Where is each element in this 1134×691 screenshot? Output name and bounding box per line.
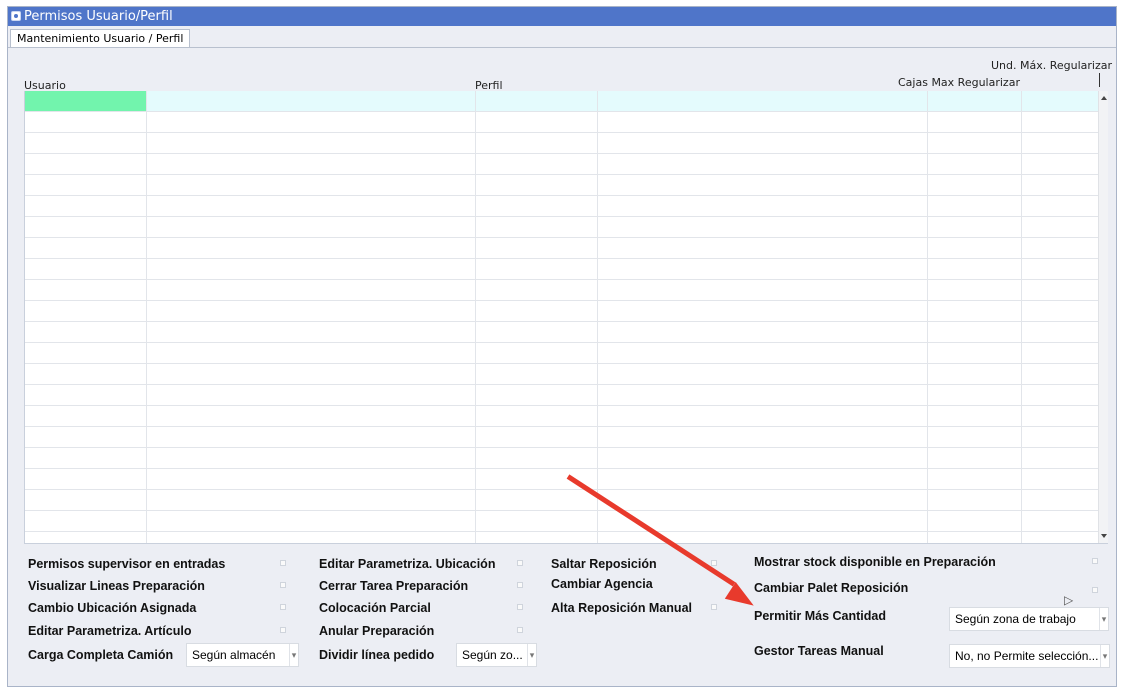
- select-dividir-linea[interactable]: Según zo... ▾: [456, 643, 537, 667]
- checkbox-cambio-ubicacion[interactable]: [280, 604, 286, 610]
- grid-scrollbar[interactable]: [1098, 91, 1108, 543]
- checkbox-editar-ubicacion[interactable]: [517, 560, 523, 566]
- column-divider: [927, 91, 928, 543]
- label-colocacion-parcial: Colocación Parcial: [319, 601, 431, 615]
- table-row[interactable]: [25, 154, 1108, 175]
- table-row[interactable]: [25, 133, 1108, 154]
- select-value: Según zo...: [462, 648, 523, 662]
- permisos-window: Permisos Usuario/Perfil Mantenimiento Us…: [7, 6, 1117, 687]
- column-divider: [1021, 91, 1022, 543]
- chevron-down-icon[interactable]: ▾: [1100, 645, 1109, 667]
- table-row[interactable]: [25, 112, 1108, 133]
- mouse-cursor-icon: ▷: [1064, 593, 1074, 607]
- chevron-down-icon[interactable]: ▾: [289, 644, 298, 666]
- label-mostrar-stock: Mostrar stock disponible en Preparación: [754, 555, 996, 569]
- scroll-down-icon[interactable]: [1101, 534, 1107, 538]
- label-saltar-reposicion: Saltar Reposición: [551, 557, 657, 571]
- table-row[interactable]: [25, 364, 1108, 385]
- header-und-max[interactable]: Und. Máx. Regularizar: [991, 59, 1112, 72]
- table-row[interactable]: [25, 406, 1108, 427]
- table-row[interactable]: [25, 217, 1108, 238]
- select-value: Según zona de trabajo: [955, 612, 1076, 626]
- window-title: Permisos Usuario/Perfil: [24, 9, 173, 24]
- table-row[interactable]: [25, 259, 1108, 280]
- label-cerrar-tarea: Cerrar Tarea Preparación: [319, 579, 469, 593]
- label-dividir-linea: Dividir línea pedido: [319, 648, 435, 662]
- users-grid[interactable]: [24, 91, 1108, 544]
- label-gestor-tareas: Gestor Tareas Manual: [754, 644, 884, 658]
- window-titlebar: Permisos Usuario/Perfil: [8, 7, 1116, 26]
- label-editar-ubicacion: Editar Parametriza. Ubicación: [319, 557, 496, 571]
- select-gestor-tareas[interactable]: No, no Permite selección... ▾: [949, 644, 1110, 668]
- label-cambiar-agencia: Cambiar Agencia: [551, 577, 653, 591]
- select-value: No, no Permite selección...: [955, 649, 1099, 663]
- tab-mantenimiento[interactable]: Mantenimiento Usuario / Perfil: [10, 29, 191, 47]
- header-cajas-max[interactable]: Cajas Max Regularizar: [898, 76, 1020, 89]
- checkbox-visualizar-lineas[interactable]: [280, 582, 286, 588]
- label-cambiar-palet: Cambiar Palet Reposición: [754, 581, 909, 595]
- label-editar-articulo: Editar Parametriza. Artículo: [28, 624, 192, 638]
- checkbox-colocacion-parcial[interactable]: [517, 604, 523, 610]
- table-row[interactable]: [25, 322, 1108, 343]
- table-row[interactable]: [25, 469, 1108, 490]
- label-permisos-supervisor: Permisos supervisor en entradas: [28, 557, 226, 571]
- selected-cell[interactable]: [25, 91, 146, 111]
- table-row[interactable]: [25, 427, 1108, 448]
- checkbox-mostrar-stock[interactable]: [1092, 558, 1098, 564]
- select-carga-completa[interactable]: Según almacén ▾: [186, 643, 299, 667]
- table-row[interactable]: [25, 385, 1108, 406]
- label-anular-preparacion: Anular Preparación: [319, 624, 435, 638]
- tab-divider: [8, 47, 1116, 48]
- column-divider: [146, 91, 147, 543]
- table-row[interactable]: [25, 511, 1108, 532]
- column-divider: [597, 91, 598, 543]
- chevron-down-icon[interactable]: ▾: [1099, 608, 1108, 630]
- select-permitir-mas[interactable]: Según zona de trabajo ▾: [949, 607, 1109, 631]
- label-permitir-mas: Permitir Más Cantidad: [754, 609, 886, 623]
- label-visualizar-lineas: Visualizar Lineas Preparación: [28, 579, 205, 593]
- checkbox-saltar-reposicion[interactable]: [711, 560, 717, 566]
- table-row[interactable]: [25, 448, 1108, 469]
- chevron-down-icon[interactable]: ▾: [527, 644, 536, 666]
- checkbox-anular-preparacion[interactable]: [517, 627, 523, 633]
- checkbox-cerrar-tarea[interactable]: [517, 582, 523, 588]
- table-row[interactable]: [25, 343, 1108, 364]
- select-value: Según almacén: [192, 648, 276, 662]
- table-row[interactable]: [25, 280, 1108, 301]
- table-row[interactable]: [25, 490, 1108, 511]
- table-row[interactable]: [25, 175, 1108, 196]
- table-row[interactable]: [25, 91, 1108, 112]
- app-icon: [11, 11, 21, 21]
- label-carga-completa: Carga Completa Camión: [28, 648, 174, 662]
- table-row[interactable]: [25, 301, 1108, 322]
- table-row[interactable]: [25, 238, 1108, 259]
- checkbox-permisos-supervisor[interactable]: [280, 560, 286, 566]
- table-row[interactable]: [25, 196, 1108, 217]
- label-alta-reposicion: Alta Reposición Manual: [551, 601, 692, 615]
- checkbox-cambiar-palet[interactable]: [1092, 587, 1098, 593]
- checkbox-editar-articulo[interactable]: [280, 627, 286, 633]
- label-cambio-ubicacion: Cambio Ubicación Asignada: [28, 601, 197, 615]
- column-divider: [475, 91, 476, 543]
- scroll-up-icon[interactable]: [1101, 96, 1107, 100]
- column-resize-handle[interactable]: [1099, 73, 1100, 87]
- checkbox-alta-reposicion[interactable]: [711, 604, 717, 610]
